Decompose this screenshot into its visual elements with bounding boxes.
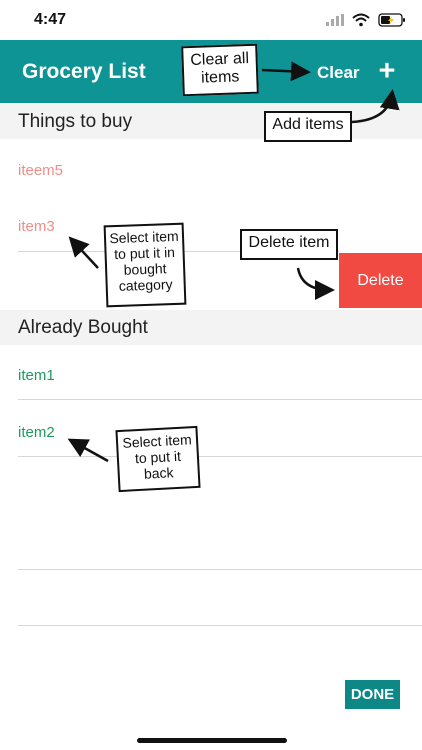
callout-delete-item: Delete item [240,229,338,260]
row-divider [18,399,422,400]
arrow-to-delete [296,267,335,300]
list-item-bought[interactable]: item2 [18,424,55,441]
add-item-button[interactable]: + [376,57,398,86]
list-item-to-buy[interactable]: item3 [18,218,55,235]
clear-button[interactable]: Clear [317,63,360,83]
arrow-to-item2 [67,438,109,463]
status-time: 4:47 [34,11,67,28]
callout-select-to-buy: Select item to put it in bought category [103,222,187,308]
page-title: Grocery List [22,60,146,83]
cellular-signal-icon [326,14,344,26]
arrow-to-item3 [68,236,99,269]
section-title-to-buy: Things to buy [18,111,133,132]
home-indicator [137,738,287,743]
wifi-icon [352,13,370,27]
callout-select-put-back: Select item to put it back [115,425,201,493]
done-button[interactable]: DONE [345,680,400,709]
callout-add-items: Add items [264,111,352,142]
callout-clear-all: Clear all items [181,43,259,97]
list-item-to-buy[interactable]: iteem5 [18,162,63,179]
delete-button[interactable]: Delete [339,253,422,308]
row-divider [18,456,422,457]
section-title-bought: Already Bought [18,317,148,338]
row-divider [18,625,422,626]
battery-charging-icon [378,13,405,27]
list-item-bought[interactable]: item1 [18,367,55,384]
row-divider [18,569,422,570]
